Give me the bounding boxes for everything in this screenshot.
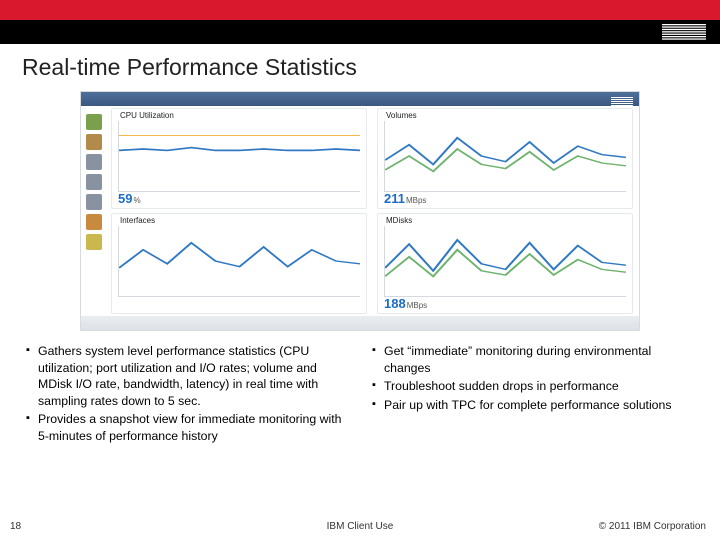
value-number: 59 <box>118 191 132 206</box>
slide-footer: 18 IBM Client Use © 2011 IBM Corporation <box>0 514 720 532</box>
cpu-panel: CPU Utilization 59% <box>111 108 367 209</box>
panel-title: Volumes <box>384 111 419 120</box>
right-bullet-list: Get “immediate” monitoring during enviro… <box>372 343 694 413</box>
mdisks-chart <box>384 226 626 297</box>
bullet-item: Gathers system level performance statist… <box>26 343 348 409</box>
bullet-item: Troubleshoot sudden drops in performance <box>372 378 694 395</box>
screenshot-header <box>81 92 639 106</box>
nav-icon <box>86 154 102 170</box>
page-title: Real-time Performance Statistics <box>0 44 720 89</box>
cpu-value: 59% <box>118 191 141 206</box>
brand-bar <box>0 20 720 44</box>
mdisks-panel: MDisks 188MBps <box>377 213 633 314</box>
left-column: Gathers system level performance statist… <box>26 343 348 447</box>
value-unit: MBps <box>407 301 427 310</box>
right-column: Get “immediate” monitoring during enviro… <box>372 343 694 447</box>
volumes-chart <box>384 121 626 192</box>
value-number: 188 <box>384 296 406 311</box>
interfaces-chart <box>118 226 360 297</box>
bullet-item: Get “immediate” monitoring during enviro… <box>372 343 694 376</box>
nav-icon <box>86 174 102 190</box>
left-bullet-list: Gathers system level performance statist… <box>26 343 348 445</box>
value-unit: MBps <box>406 196 426 205</box>
nav-icon <box>86 194 102 210</box>
nav-icon <box>86 114 102 130</box>
volumes-value: 211MBps <box>384 191 426 206</box>
panel-title: Interfaces <box>118 216 157 225</box>
value-unit: % <box>133 196 140 205</box>
bullet-columns: Gathers system level performance statist… <box>0 331 720 447</box>
nav-icon <box>86 234 102 250</box>
value-number: 211 <box>384 191 405 206</box>
panel-title: CPU Utilization <box>118 111 176 120</box>
nav-icon <box>86 214 102 230</box>
screenshot-footer <box>81 316 639 330</box>
cpu-chart <box>118 121 360 192</box>
copyright: © 2011 IBM Corporation <box>599 521 706 532</box>
mdisks-value: 188MBps <box>384 296 427 311</box>
ibm-logo-icon <box>662 24 706 45</box>
volumes-panel: Volumes 211MBps <box>377 108 633 209</box>
charts-grid: CPU Utilization 59% Volumes 211MBps <box>111 108 633 314</box>
screenshot-body: CPU Utilization 59% Volumes 211MBps <box>81 106 639 316</box>
bullet-item: Provides a snapshot view for immediate m… <box>26 411 348 444</box>
panel-title: MDisks <box>384 216 414 225</box>
nav-icon <box>86 134 102 150</box>
interfaces-panel: Interfaces <box>111 213 367 314</box>
screenshot-sidebar <box>81 112 107 254</box>
bullet-item: Pair up with TPC for complete performanc… <box>372 397 694 414</box>
screenshot-preview: CPU Utilization 59% Volumes 211MBps <box>80 91 640 331</box>
brand-stripe <box>0 0 720 20</box>
